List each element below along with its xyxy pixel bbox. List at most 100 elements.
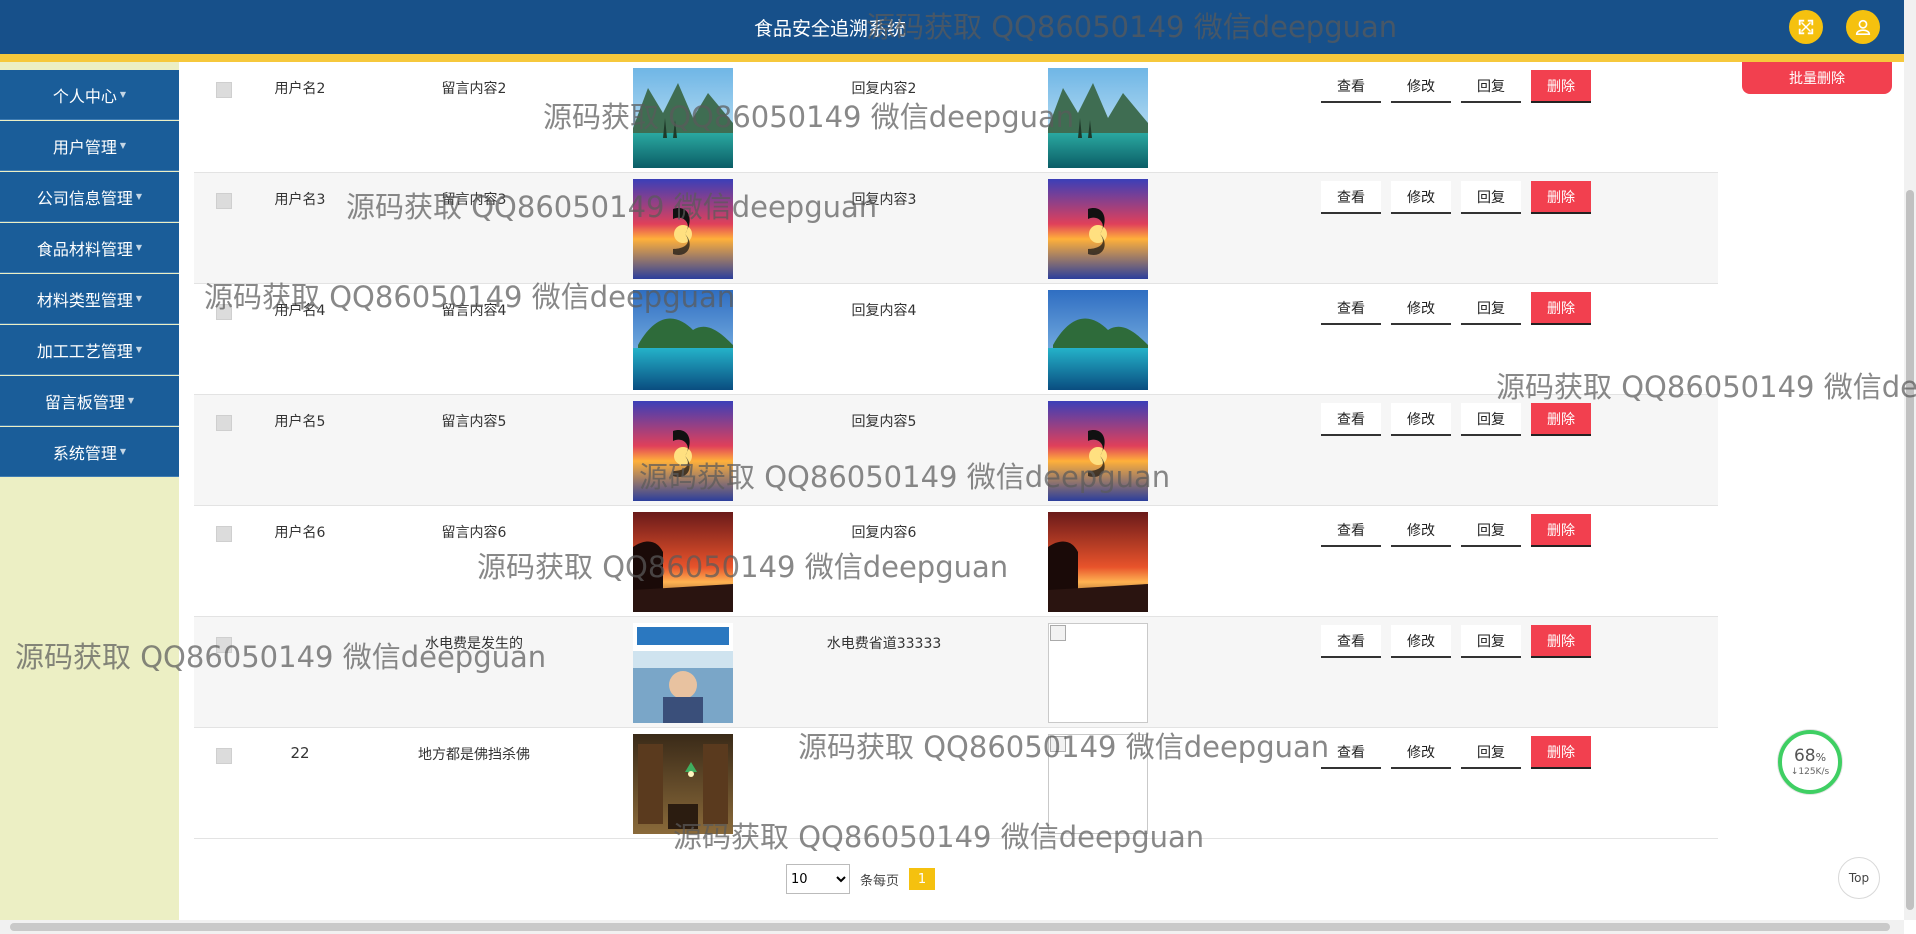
delete-button[interactable]: 删除 <box>1531 625 1591 658</box>
watermark: 源码获取 QQ86050149 微信deepguan <box>543 100 1075 134</box>
delete-button[interactable]: 删除 <box>1531 736 1591 769</box>
row-checkbox[interactable] <box>216 526 232 542</box>
header-accent-stripe <box>0 54 1916 62</box>
edit-button[interactable]: 修改 <box>1391 181 1451 214</box>
sidebar-item-message-board[interactable]: 留言板管理 ▼ <box>0 376 179 426</box>
watermark: 源码获取 QQ86050149 微信deepguan <box>673 820 1205 854</box>
view-button[interactable]: 查看 <box>1321 736 1381 769</box>
reply-image <box>1048 512 1148 612</box>
user-profile-button[interactable] <box>1846 10 1880 44</box>
reply-button[interactable]: 回复 <box>1461 70 1521 103</box>
sidebar-item-label: 个人中心 <box>52 86 117 106</box>
sidebar-item-company-info[interactable]: 公司信息管理 ▼ <box>0 172 179 222</box>
broken-image-icon <box>1050 625 1066 641</box>
watermark: 源码获取 QQ86050149 微信deepguan <box>15 640 547 674</box>
message-image-magazine-cover <box>633 623 733 723</box>
view-button[interactable]: 查看 <box>1321 403 1381 436</box>
reply-button[interactable]: 回复 <box>1461 625 1521 658</box>
sidebar-item-material-types[interactable]: 材料类型管理 ▼ <box>0 274 179 324</box>
sidebar-item-label: 食品材料管理 <box>36 239 133 259</box>
row-checkbox[interactable] <box>216 748 232 764</box>
delete-button[interactable]: 删除 <box>1531 403 1591 436</box>
delete-button[interactable]: 删除 <box>1531 292 1591 325</box>
caret-down-icon: ▼ <box>119 447 127 456</box>
fullscreen-icon <box>1798 19 1814 35</box>
sidebar-item-system[interactable]: 系统管理 ▼ <box>0 427 179 477</box>
delete-button[interactable]: 删除 <box>1531 181 1591 214</box>
per-page-label: 条每页 <box>860 873 900 889</box>
watermark: 源码获取 QQ86050149 微信deepguan <box>346 190 878 224</box>
cell-username: 22 <box>290 744 310 762</box>
network-speed-widget[interactable]: 68% ↓125K/s <box>1778 730 1842 794</box>
caret-down-icon: ▼ <box>127 396 135 405</box>
caret-down-icon: ▼ <box>119 90 127 99</box>
reply-button[interactable]: 回复 <box>1461 736 1521 769</box>
sidebar-item-food-materials[interactable]: 食品材料管理 ▼ <box>0 223 179 273</box>
edit-button[interactable]: 修改 <box>1391 625 1451 658</box>
watermark: 源码获取 QQ86050149 微信deepguan <box>1496 370 1916 404</box>
fullscreen-button[interactable] <box>1789 10 1823 44</box>
view-button[interactable]: 查看 <box>1321 625 1381 658</box>
delete-button[interactable]: 删除 <box>1531 514 1591 547</box>
reply-image <box>1048 179 1148 279</box>
watermark: 源码获取 QQ86050149 微信deepguan <box>798 730 1330 764</box>
cell-reply: 回复内容5 <box>851 414 917 430</box>
back-to-top-button[interactable]: Top <box>1838 857 1880 899</box>
row-checkbox[interactable] <box>216 82 232 98</box>
row-checkbox[interactable] <box>216 193 232 209</box>
pagination: 10 条每页 1 <box>786 864 936 894</box>
reply-button[interactable]: 回复 <box>1461 403 1521 436</box>
scrollbar-thumb[interactable] <box>10 923 1890 931</box>
edit-button[interactable]: 修改 <box>1391 403 1451 436</box>
cell-username: 用户名6 <box>274 525 326 541</box>
app-title: 食品安全追溯系统 <box>753 18 906 40</box>
reply-button[interactable]: 回复 <box>1461 514 1521 547</box>
delete-button[interactable]: 删除 <box>1531 70 1591 103</box>
watermark: 源码获取 QQ86050149 微信deepguan <box>204 280 736 314</box>
sidebar-item-label: 系统管理 <box>52 443 117 463</box>
sidebar-item-personal-center[interactable]: 个人中心 ▼ <box>0 70 179 120</box>
sidebar-item-label: 留言板管理 <box>44 392 125 412</box>
horizontal-scrollbar[interactable] <box>0 920 1904 934</box>
watermark: 源码获取 QQ86050149 微信deepguan <box>477 550 1009 584</box>
cell-username: 用户名5 <box>274 414 326 430</box>
row-checkbox[interactable] <box>216 415 232 431</box>
watermark: 源码获取 QQ86050149 微信deepguan <box>866 10 1398 44</box>
reply-button[interactable]: 回复 <box>1461 181 1521 214</box>
view-button[interactable]: 查看 <box>1321 514 1381 547</box>
cell-message: 留言内容6 <box>441 525 507 541</box>
edit-button[interactable]: 修改 <box>1391 514 1451 547</box>
reply-button[interactable]: 回复 <box>1461 292 1521 325</box>
cell-message: 留言内容5 <box>441 414 507 430</box>
reply-image <box>1048 290 1148 390</box>
edit-button[interactable]: 修改 <box>1391 70 1451 103</box>
sidebar-item-label: 材料类型管理 <box>36 290 133 310</box>
caret-down-icon: ▼ <box>135 294 143 303</box>
cell-reply: 回复内容6 <box>851 525 917 541</box>
page-number-current[interactable]: 1 <box>909 868 936 890</box>
cell-reply: 回复内容4 <box>851 303 917 319</box>
view-button[interactable]: 查看 <box>1321 292 1381 325</box>
cell-message: 地方都是佛挡杀佛 <box>418 747 530 763</box>
sidebar-item-processing[interactable]: 加工工艺管理 ▼ <box>0 325 179 375</box>
cell-message: 留言内容2 <box>441 81 507 97</box>
speed-percent: 68% <box>1793 746 1827 766</box>
speed-rate: ↓125K/s <box>1790 767 1830 777</box>
sidebar-item-label: 加工工艺管理 <box>36 341 133 361</box>
page-size-select[interactable]: 10 <box>786 864 850 894</box>
caret-down-icon: ▼ <box>135 243 143 252</box>
view-button[interactable]: 查看 <box>1321 70 1381 103</box>
sidebar-item-label: 公司信息管理 <box>36 188 133 208</box>
vertical-scrollbar[interactable] <box>1904 0 1916 920</box>
cell-username: 用户名2 <box>274 81 326 97</box>
edit-button[interactable]: 修改 <box>1391 292 1451 325</box>
caret-down-icon: ▼ <box>135 345 143 354</box>
scrollbar-thumb[interactable] <box>1906 190 1914 910</box>
sidebar-item-user-management[interactable]: 用户管理 ▼ <box>0 121 179 171</box>
user-icon <box>1855 19 1871 36</box>
edit-button[interactable]: 修改 <box>1391 736 1451 769</box>
watermark: 源码获取 QQ86050149 微信deepguan <box>639 460 1171 494</box>
view-button[interactable]: 查看 <box>1321 181 1381 214</box>
cell-reply: 水电费省道33333 <box>826 636 942 652</box>
batch-delete-button[interactable]: 批量删除 <box>1742 62 1892 94</box>
